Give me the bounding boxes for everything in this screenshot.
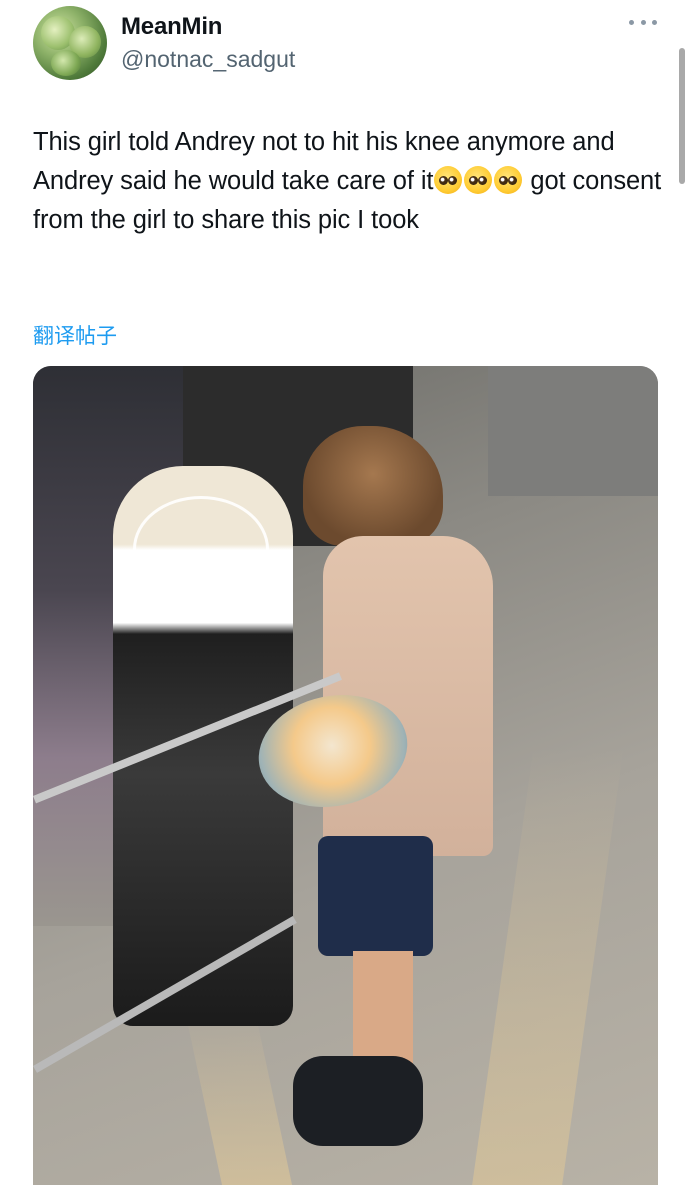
photo-light-streak (183, 1006, 293, 1185)
photo-man-shorts (318, 836, 433, 956)
translate-post-link[interactable]: 翻译帖子 (33, 320, 117, 350)
photo-scribble (133, 496, 269, 602)
avatar[interactable] (33, 6, 107, 80)
more-options-icon[interactable] (629, 12, 657, 32)
pleading-face-emoji (464, 166, 493, 194)
display-name[interactable]: MeanMin (121, 13, 222, 41)
user-handle[interactable]: @notnac_sadgut (121, 46, 295, 73)
tweet-photo[interactable] (33, 366, 658, 1185)
photo-man-shoes (293, 1056, 423, 1146)
avatar-fruit (51, 50, 81, 76)
tweet-text: This girl told Andrey not to hit his kne… (33, 123, 663, 240)
scrollbar[interactable] (679, 48, 685, 184)
photo-background-box (488, 366, 658, 496)
photo-man-legs (353, 951, 413, 1071)
pleading-face-emoji (434, 166, 463, 194)
photo-light-streak (472, 746, 624, 1185)
pleading-face-emoji (494, 166, 523, 194)
photo-man-head (303, 426, 443, 546)
